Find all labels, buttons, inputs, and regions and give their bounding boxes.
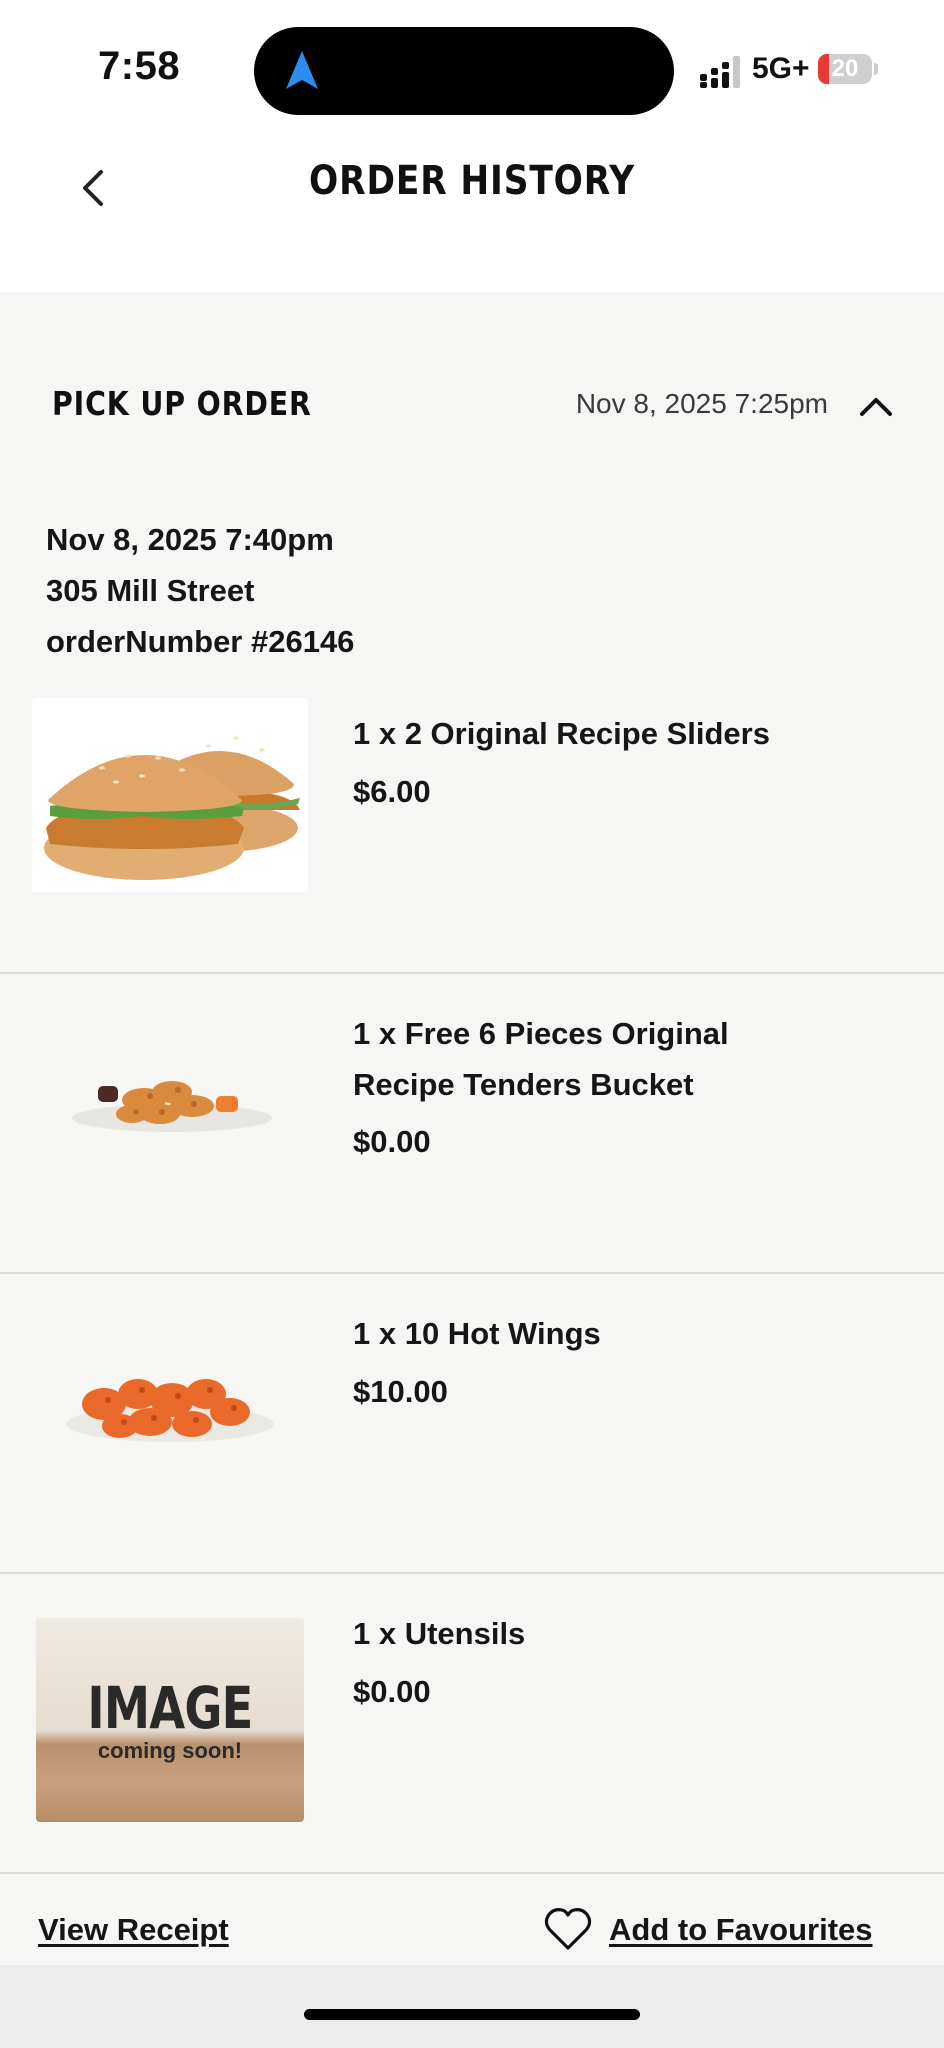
- placeholder-image-title: IMAGE: [87, 1674, 253, 1742]
- heart-outline-icon[interactable]: [544, 1906, 592, 1952]
- order-type-label: PICK UP ORDER: [52, 384, 312, 423]
- tenders-image: [72, 1081, 272, 1132]
- item-price: $10.00: [353, 1374, 448, 1409]
- battery-icon: 20: [818, 54, 872, 84]
- location-arrow-icon: [286, 51, 318, 89]
- page-header: ORDER HISTORY: [0, 130, 944, 292]
- pickup-time: Nov 8, 2025 7:40pm: [46, 522, 334, 557]
- home-indicator[interactable]: [304, 2009, 640, 2020]
- order-placed-date: Nov 8, 2025 7:25pm: [575, 388, 828, 419]
- item-name: 1 x 2 Original Recipe Sliders: [353, 716, 770, 751]
- order-item: 1 x Free 6 Pieces Original Recipe Tender…: [0, 974, 944, 1274]
- order-items-list: 1 x 2 Original Recipe Sliders $6.00 1 x …: [0, 674, 944, 1874]
- order-number: orderNumber #26146: [46, 624, 355, 659]
- item-name: 1 x 10 Hot Wings: [353, 1316, 601, 1351]
- placeholder-image-subtitle: coming soon!: [97, 1738, 243, 1763]
- order-item: 1 x 10 Hot Wings $10.00: [0, 1274, 944, 1574]
- battery-tip: [874, 63, 878, 75]
- order-summary-header[interactable]: PICK UP ORDER Nov 8, 2025 7:25pm: [0, 384, 944, 428]
- item-name: 1 x Utensils: [353, 1616, 526, 1651]
- status-bar: 7:58 5G+ 20: [0, 0, 944, 130]
- item-name: 1 x Free 6 Pieces Original Recipe Tender…: [353, 1016, 729, 1102]
- battery-percentage: 20: [831, 55, 859, 82]
- item-price: $0.00: [353, 1674, 431, 1709]
- order-item: IMAGE coming soon! 1 x Utensils $0.00: [0, 1574, 944, 1874]
- order-item: 1 x 2 Original Recipe Sliders $6.00: [0, 674, 944, 974]
- order-actions: View Receipt Add to Favourites: [0, 1908, 944, 1954]
- pickup-info: Nov 8, 2025 7:40pm 305 Mill Street order…: [46, 514, 354, 667]
- signal-strength-icon: [700, 56, 740, 88]
- chevron-up-icon[interactable]: [856, 386, 896, 426]
- placeholder-image: IMAGE coming soon!: [36, 1618, 304, 1822]
- home-indicator-bar: [0, 1965, 944, 2048]
- item-price: $6.00: [353, 774, 431, 809]
- sliders-image: [32, 698, 308, 892]
- wings-image: [66, 1379, 274, 1442]
- order-details-panel: PICK UP ORDER Nov 8, 2025 7:25pm Nov 8, …: [0, 292, 944, 1965]
- network-type: 5G+: [752, 52, 810, 85]
- store-address: 305 Mill Street: [46, 573, 255, 608]
- page-title: ORDER HISTORY: [308, 158, 636, 204]
- item-price: $0.00: [353, 1124, 431, 1159]
- view-receipt-link[interactable]: View Receipt: [38, 1912, 229, 1948]
- status-time: 7:58: [98, 44, 181, 88]
- add-to-favourites-link[interactable]: Add to Favourites: [609, 1912, 873, 1948]
- dynamic-island: [254, 27, 674, 115]
